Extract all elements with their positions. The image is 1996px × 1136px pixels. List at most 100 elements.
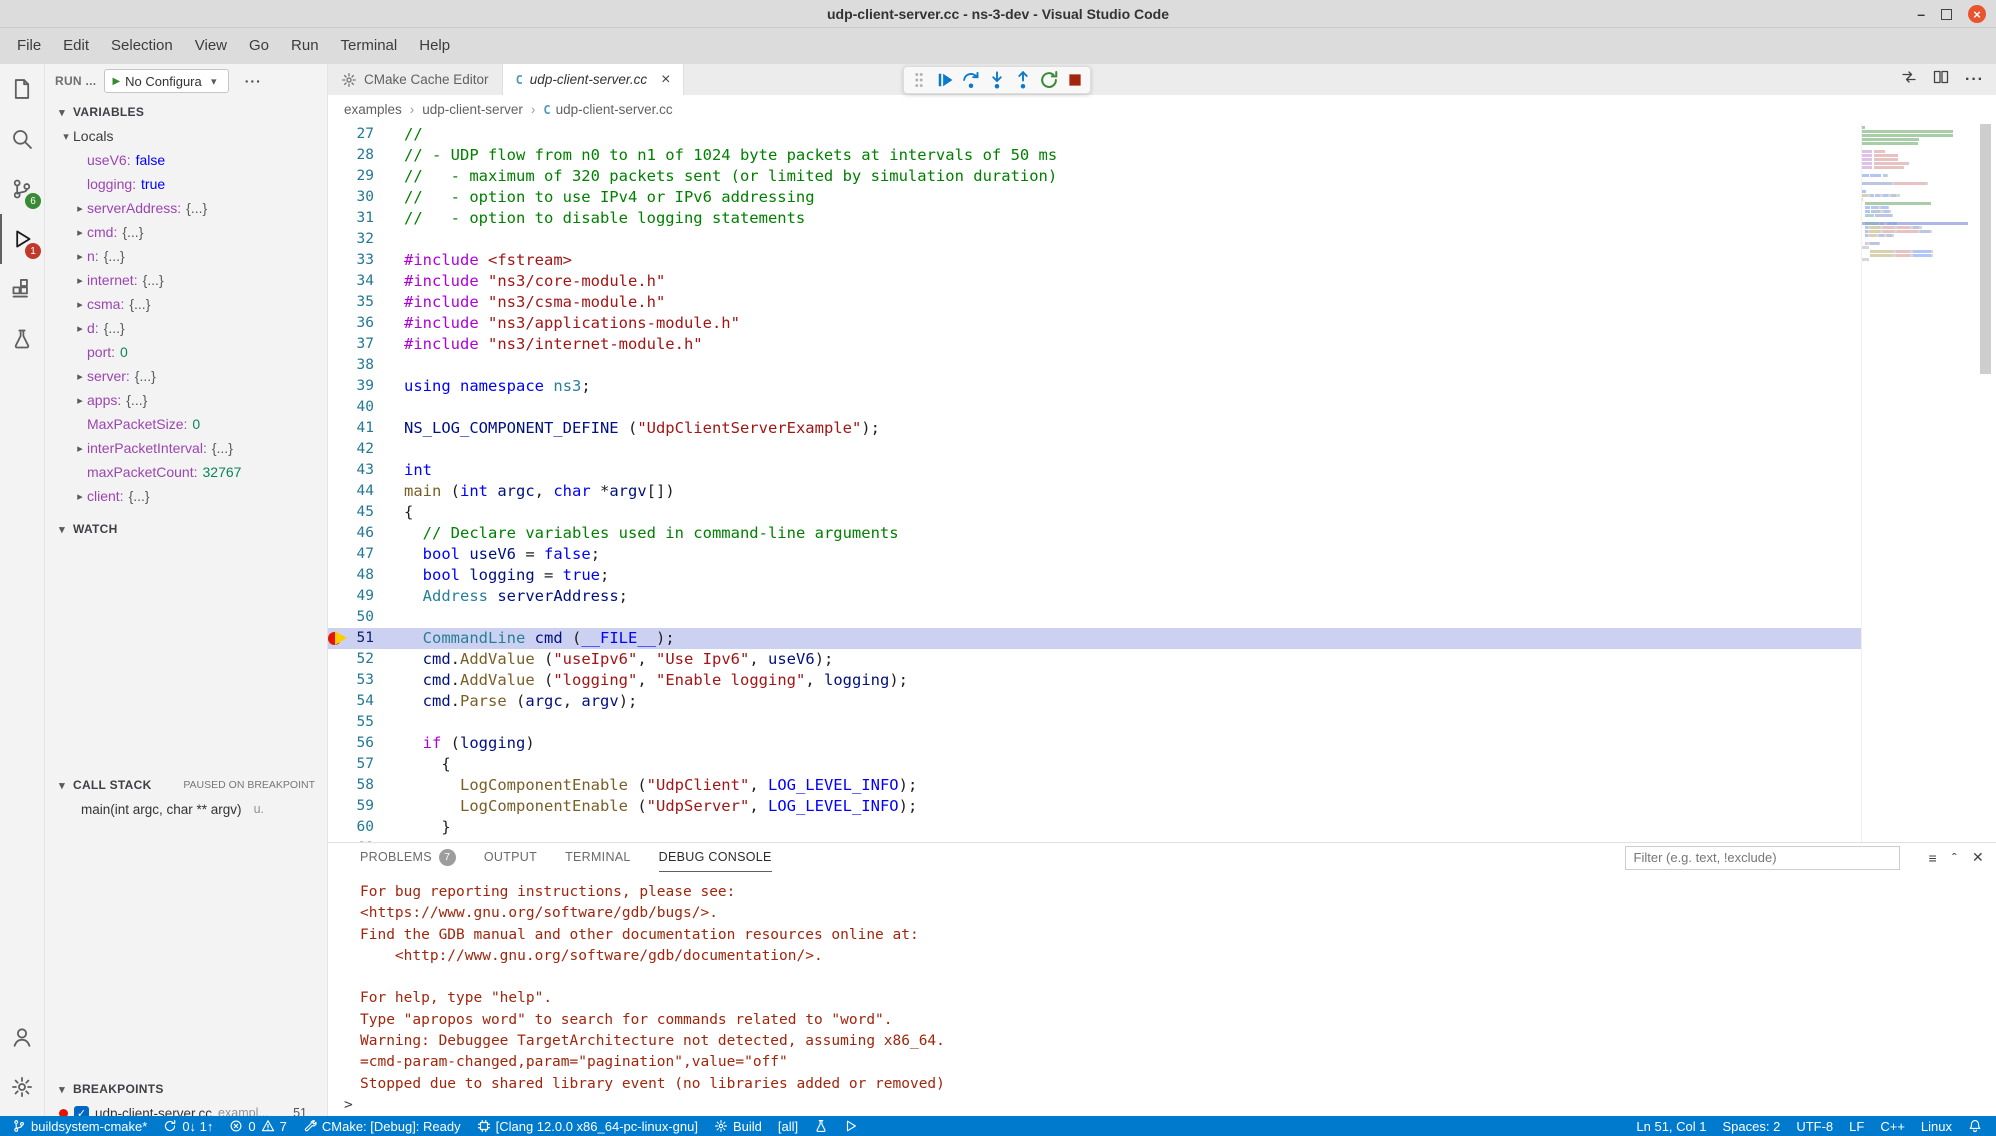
code-line-54[interactable]: 54 cmd.Parse (argc, argv); — [328, 691, 1861, 712]
maximize-button[interactable] — [1941, 9, 1952, 20]
code-line-58[interactable]: 58 LogComponentEnable ("UdpClient", LOG_… — [328, 775, 1861, 796]
status-left-3[interactable]: CMake: [Debug]: Ready — [295, 1116, 469, 1136]
current-line-breakpoint-icon[interactable] — [328, 628, 348, 649]
debug-step-over-button[interactable] — [958, 67, 984, 93]
more-actions-icon[interactable]: ··· — [1965, 71, 1984, 89]
debug-config-dropdown[interactable]: ▶ No Configura ▾ — [104, 69, 228, 93]
variable-row[interactable]: ▸interPacketInterval:{...} — [45, 436, 327, 460]
code-line-33[interactable]: 33#include <fstream> — [328, 250, 1861, 271]
start-debug-icon[interactable]: ▶ — [112, 76, 120, 87]
code-line-52[interactable]: 52 cmd.AddValue ("useIpv6", "Use Ipv6", … — [328, 649, 1861, 670]
debug-continue-button[interactable] — [932, 67, 958, 93]
menu-view[interactable]: View — [184, 33, 238, 59]
status-right-2[interactable]: UTF-8 — [1788, 1116, 1841, 1136]
menu-help[interactable]: Help — [408, 33, 461, 59]
debug-console-output[interactable]: For bug reporting instructions, please s… — [328, 872, 1996, 1116]
variables-section-header[interactable]: ▾ VARIABLES — [45, 100, 327, 124]
code-line-47[interactable]: 47 bool useV6 = false; — [328, 544, 1861, 565]
code-line-42[interactable]: 42 — [328, 439, 1861, 460]
variable-row[interactable]: maxPacketCount:32767 — [45, 460, 327, 484]
code-line-48[interactable]: 48 bool logging = true; — [328, 565, 1861, 586]
code-line-44[interactable]: 44main (int argc, char *argv[]) — [328, 481, 1861, 502]
code-line-43[interactable]: 43int — [328, 460, 1861, 481]
close-panel-icon[interactable]: ✕ — [1972, 849, 1984, 866]
console-menu-icon[interactable]: ≡ — [1929, 850, 1937, 866]
code-line-29[interactable]: 29// - maximum of 320 packets sent (or l… — [328, 166, 1861, 187]
extensions-icon[interactable] — [0, 264, 44, 314]
chevron-right-icon[interactable]: ▸ — [73, 322, 87, 335]
variable-row[interactable]: ▸serverAddress:{...} — [45, 196, 327, 220]
status-left-4[interactable]: [Clang 12.0.0 x86_64-pc-linux-gnu] — [469, 1116, 706, 1136]
manage-icon[interactable] — [0, 1062, 44, 1112]
breadcrumb-item[interactable]: udp-client-server — [422, 102, 523, 117]
menu-file[interactable]: File — [6, 33, 52, 59]
minimize-button[interactable]: – — [1917, 6, 1925, 22]
variables-scope-row[interactable]: ▾Locals — [45, 124, 327, 148]
panel-tab-output[interactable]: OUTPUT — [484, 843, 537, 872]
breadcrumb-item[interactable]: examples — [344, 102, 402, 117]
scrollbar-thumb[interactable] — [1980, 124, 1991, 374]
debug-step-into-button[interactable] — [984, 67, 1010, 93]
chevron-right-icon[interactable]: ▸ — [73, 274, 87, 287]
status-right-0[interactable]: Ln 51, Col 1 — [1628, 1116, 1714, 1136]
code-line-39[interactable]: 39using namespace ns3; — [328, 376, 1861, 397]
variable-row[interactable]: ▸d:{...} — [45, 316, 327, 340]
code-line-37[interactable]: 37#include "ns3/internet-module.h" — [328, 334, 1861, 355]
variable-row[interactable]: ▸server:{...} — [45, 364, 327, 388]
code-line-41[interactable]: 41NS_LOG_COMPONENT_DEFINE ("UdpClientSer… — [328, 418, 1861, 439]
close-window-button[interactable]: × — [1968, 5, 1986, 23]
source-control-icon[interactable]: 6 — [0, 164, 44, 214]
code-line-50[interactable]: 50 — [328, 607, 1861, 628]
panel-tab-problems[interactable]: PROBLEMS7 — [360, 843, 456, 872]
breadcrumb-file[interactable]: C udp-client-server.cc — [543, 102, 672, 117]
tab-cmake-cache-editor[interactable]: CMake Cache Editor — [328, 64, 503, 95]
tab-udp-client-server-cc[interactable]: Cudp-client-server.cc× — [503, 64, 685, 95]
status-right-4[interactable]: C++ — [1872, 1116, 1913, 1136]
code-line-57[interactable]: 57 { — [328, 754, 1861, 775]
chevron-right-icon[interactable]: ▸ — [73, 202, 87, 215]
debug-step-out-button[interactable] — [1010, 67, 1036, 93]
variable-row[interactable]: MaxPacketSize:0 — [45, 412, 327, 436]
status-right-6[interactable] — [1960, 1116, 1990, 1136]
variable-row[interactable]: ▸csma:{...} — [45, 292, 327, 316]
status-right-5[interactable]: Linux — [1913, 1116, 1960, 1136]
console-prompt[interactable]: > — [344, 1095, 1996, 1116]
code-line-49[interactable]: 49 Address serverAddress; — [328, 586, 1861, 607]
debug-restart-button[interactable] — [1036, 67, 1062, 93]
testing-icon[interactable] — [0, 314, 44, 364]
status-left-6[interactable]: [all] — [770, 1116, 806, 1136]
menu-terminal[interactable]: Terminal — [330, 33, 409, 59]
code-line-55[interactable]: 55 — [328, 712, 1861, 733]
menu-selection[interactable]: Selection — [100, 33, 184, 59]
status-left-0[interactable]: buildsystem-cmake* — [4, 1116, 155, 1136]
variable-row[interactable]: ▸apps:{...} — [45, 388, 327, 412]
status-left-7[interactable] — [806, 1116, 836, 1136]
call-stack-section-header[interactable]: ▾ CALL STACK PAUSED ON BREAKPOINT — [45, 773, 327, 797]
code-line-45[interactable]: 45{ — [328, 502, 1861, 523]
open-changes-icon[interactable] — [1901, 69, 1917, 90]
code-line-36[interactable]: 36#include "ns3/applications-module.h" — [328, 313, 1861, 334]
status-left-1[interactable]: 0↓ 1↑ — [155, 1116, 221, 1136]
variable-row[interactable]: port:0 — [45, 340, 327, 364]
code-line-38[interactable]: 38 — [328, 355, 1861, 376]
status-right-1[interactable]: Spaces: 2 — [1715, 1116, 1789, 1136]
run-and-debug-icon[interactable]: 1 — [0, 214, 44, 264]
close-tab-icon[interactable]: × — [661, 72, 670, 88]
chevron-right-icon[interactable]: ▸ — [73, 298, 87, 311]
code-line-60[interactable]: 60 } — [328, 817, 1861, 838]
code-line-46[interactable]: 46 // Declare variables used in command-… — [328, 523, 1861, 544]
search-icon[interactable] — [0, 114, 44, 164]
chevron-right-icon[interactable]: ▸ — [73, 370, 87, 383]
menu-go[interactable]: Go — [238, 33, 280, 59]
status-right-3[interactable]: LF — [1841, 1116, 1872, 1136]
variable-row[interactable]: useV6:false — [45, 148, 327, 172]
chevron-right-icon[interactable]: ▸ — [73, 442, 87, 455]
code-line-56[interactable]: 56 if (logging) — [328, 733, 1861, 754]
chevron-right-icon[interactable]: ▸ — [73, 394, 87, 407]
status-left-8[interactable] — [836, 1116, 866, 1136]
chevron-right-icon[interactable]: ▸ — [73, 490, 87, 503]
view-more-actions-icon[interactable]: ··· — [245, 73, 262, 89]
code-line-27[interactable]: 27// — [328, 124, 1861, 145]
code-line-59[interactable]: 59 LogComponentEnable ("UdpServer", LOG_… — [328, 796, 1861, 817]
variable-row[interactable]: ▸n:{...} — [45, 244, 327, 268]
